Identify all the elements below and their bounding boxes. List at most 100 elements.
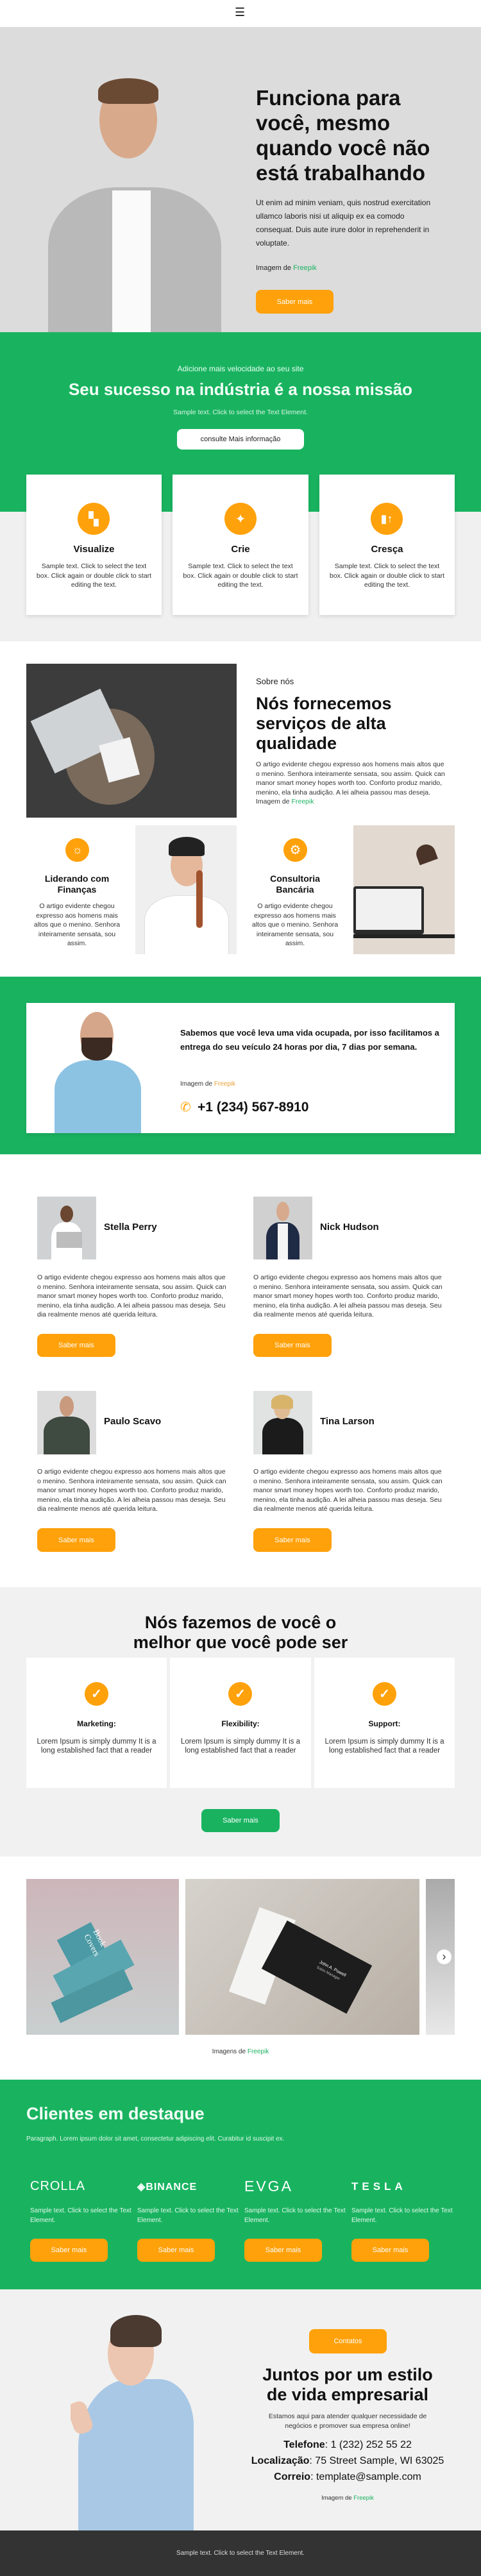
footer: Sample text. Click to select the Text El… bbox=[0, 2530, 481, 2576]
meeting-laptop-image bbox=[26, 664, 237, 818]
client-saber-mais-button[interactable]: Saber mais bbox=[351, 2239, 429, 2262]
feature-text: O artigo evidente chegou expresso aos ho… bbox=[251, 902, 339, 947]
mail-value[interactable]: : template@sample.com bbox=[310, 2471, 421, 2482]
binance-logo: ◈BINANCE bbox=[137, 2182, 198, 2193]
callout-phone[interactable]: +1 (234) 567-8910 bbox=[198, 1100, 308, 1115]
contatos-button[interactable]: Contatos bbox=[309, 2329, 387, 2353]
lightbulb-icon: ☼ bbox=[65, 838, 89, 862]
freepik-link[interactable]: Freepik bbox=[214, 1081, 235, 1088]
client-text: Sample text. Click to select the Text El… bbox=[244, 2207, 346, 2224]
tina-saber-mais-button[interactable]: Saber mais bbox=[253, 1528, 332, 1552]
benefit-text: Lorem Ipsum is simply dummy It is a long… bbox=[325, 1738, 444, 1755]
mission-title: Seu sucesso na indústria é a nossa missã… bbox=[68, 380, 413, 399]
clients-title: Clientes em destaque bbox=[26, 2104, 205, 2123]
nick-hudson-photo bbox=[253, 1197, 312, 1259]
member-text: O artigo evidente chegou expresso aos ho… bbox=[37, 1468, 226, 1513]
tina-larson-photo bbox=[253, 1391, 312, 1454]
clients-text: Paragraph. Lorem ipsum dolor sit amet, c… bbox=[26, 2135, 285, 2142]
freepik-link[interactable]: Freepik bbox=[353, 2495, 374, 2502]
nick-saber-mais-button[interactable]: Saber mais bbox=[253, 1334, 332, 1357]
crolla-logo: CROLLA bbox=[30, 2179, 86, 2193]
feature-card-crie: ✦ Crie Sample text. Click to select the … bbox=[173, 475, 308, 615]
member-name: Tina Larson bbox=[320, 1416, 375, 1427]
hero-saber-mais-button[interactable]: Saber mais bbox=[256, 290, 333, 314]
gear-icon: ⚙ bbox=[283, 838, 307, 862]
mission-kicker: Adicione mais velocidade ao seu site bbox=[177, 364, 304, 373]
callout-card: Sabemos que você leva uma vida ocupada, … bbox=[26, 1003, 455, 1133]
contact-section: Contatos Juntos por um estilo de vida em… bbox=[0, 2289, 481, 2530]
freepik-link[interactable]: Freepik bbox=[293, 264, 317, 272]
credit-prefix: Imagem de bbox=[321, 2495, 354, 2502]
hero-title: Funciona para você, mesmo quando você nã… bbox=[256, 86, 430, 185]
benefit-text: Lorem Ipsum is simply dummy It is a long… bbox=[37, 1738, 156, 1755]
location-label: Localização bbox=[251, 2455, 310, 2466]
benefit-title: Marketing: bbox=[77, 1719, 116, 1728]
contact-location: Localização: 75 Street Sample, WI 63025 bbox=[219, 2455, 476, 2467]
contact-credit: Imagem de Freepik bbox=[219, 2495, 476, 2502]
more-info-button[interactable]: consulte Mais informação bbox=[177, 429, 304, 450]
benefit-text: Lorem Ipsum is simply dummy It is a long… bbox=[181, 1738, 300, 1755]
contact-title: Juntos por um estilo de vida empresarial bbox=[262, 2365, 433, 2404]
check-icon: ✓ bbox=[228, 1682, 252, 1706]
phone-icon: ✆ bbox=[180, 1100, 191, 1115]
gallery-caption: Imagens de Freepik bbox=[0, 2048, 481, 2055]
callout-credit: Imagem de Freepik bbox=[180, 1081, 235, 1088]
card-title: Visualize bbox=[73, 544, 115, 555]
caption-prefix: Imagens de bbox=[212, 2048, 248, 2055]
hamburger-menu-icon[interactable]: ☰ bbox=[235, 6, 245, 19]
benefit-card-flexibility: ✓ Flexibility: Lorem Ipsum is simply dum… bbox=[170, 1658, 311, 1788]
benefits-section: Nós fazemos de você o melhor que você po… bbox=[0, 1587, 481, 1856]
mission-text: Sample text. Click to select the Text El… bbox=[173, 408, 308, 416]
freepik-link[interactable]: Freepik bbox=[248, 2048, 269, 2055]
network-icon: ✦ bbox=[224, 503, 257, 535]
smiling-woman-image bbox=[135, 825, 237, 954]
member-text: O artigo evidente chegou expresso aos ho… bbox=[253, 1274, 443, 1318]
feature-card-cresca: ▮↑ Cresça Sample text. Click to select t… bbox=[319, 475, 455, 615]
benefit-card-support: ✓ Support: Lorem Ipsum is simply dummy I… bbox=[314, 1658, 455, 1788]
paulo-scavo-photo bbox=[37, 1391, 96, 1454]
member-text: O artigo evidente chegou expresso aos ho… bbox=[253, 1468, 443, 1513]
client-saber-mais-button[interactable]: Saber mais bbox=[30, 2239, 108, 2262]
clients-section: Clientes em destaque Paragraph. Lorem ip… bbox=[0, 2080, 481, 2289]
about-text-body: O artigo evidente chegou expresso aos ho… bbox=[256, 761, 445, 805]
benefits-title: Nós fazemos de você o melhor que você po… bbox=[133, 1613, 348, 1652]
laptop-lamp-image bbox=[353, 825, 455, 954]
about-kicker: Sobre nós bbox=[256, 677, 294, 686]
client-saber-mais-button[interactable]: Saber mais bbox=[137, 2239, 215, 2262]
stella-perry-photo bbox=[37, 1197, 96, 1259]
hero-man-image bbox=[42, 56, 221, 332]
contact-phone: Telefone: 1 (232) 252 55 22 bbox=[219, 2439, 476, 2451]
card-text: Sample text. Click to select the text bo… bbox=[36, 562, 152, 589]
client-text: Sample text. Click to select the Text El… bbox=[30, 2207, 131, 2224]
card-text: Sample text. Click to select the text bo… bbox=[329, 562, 445, 589]
stella-saber-mais-button[interactable]: Saber mais bbox=[37, 1334, 115, 1357]
hero-section: Funciona para você, mesmo quando você nã… bbox=[0, 27, 481, 332]
benefit-card-marketing: ✓ Marketing: Lorem Ipsum is simply dummy… bbox=[26, 1658, 167, 1788]
member-name: Nick Hudson bbox=[320, 1222, 379, 1233]
client-saber-mais-button[interactable]: Saber mais bbox=[244, 2239, 322, 2262]
credit-prefix: Imagem de bbox=[256, 264, 294, 272]
card-title: Cresça bbox=[371, 544, 403, 555]
contact-text: Estamos aqui para atender qualquer neces… bbox=[268, 2412, 427, 2430]
member-name: Paulo Scavo bbox=[104, 1416, 162, 1427]
tesla-logo: TESLA bbox=[351, 2180, 407, 2193]
feature-text: O artigo evidente chegou expresso aos ho… bbox=[33, 902, 121, 947]
carousel-next-button[interactable]: › bbox=[437, 1949, 451, 1964]
bearded-man-image bbox=[55, 1012, 141, 1133]
card-text: Sample text. Click to select the text bo… bbox=[183, 562, 298, 589]
callout-text: Sabemos que você leva uma vida ocupada, … bbox=[180, 1028, 439, 1052]
hero-text: Ut enim ad minim veniam, quis nostrud ex… bbox=[256, 198, 431, 248]
business-cards-image: John A. Powell Sales Manager bbox=[185, 1879, 419, 2035]
freepik-link[interactable]: Freepik bbox=[291, 798, 314, 805]
footer-text: Sample text. Click to select the Text El… bbox=[176, 2550, 305, 2557]
benefits-saber-mais-button[interactable]: Saber mais bbox=[201, 1809, 280, 1832]
about-text: O artigo evidente chegou expresso aos ho… bbox=[256, 760, 448, 807]
about-title: Nós fornecemos serviços de alta qualidad… bbox=[256, 694, 392, 753]
benefit-title: Flexibility: bbox=[221, 1719, 260, 1728]
paulo-saber-mais-button[interactable]: Saber mais bbox=[37, 1528, 115, 1552]
location-value: : 75 Street Sample, WI 63025 bbox=[309, 2455, 444, 2466]
client-text: Sample text. Click to select the Text El… bbox=[137, 2207, 239, 2224]
card-title: Crie bbox=[231, 544, 250, 555]
pointing-woman-image bbox=[71, 2309, 205, 2530]
member-name: Stella Perry bbox=[104, 1222, 157, 1233]
